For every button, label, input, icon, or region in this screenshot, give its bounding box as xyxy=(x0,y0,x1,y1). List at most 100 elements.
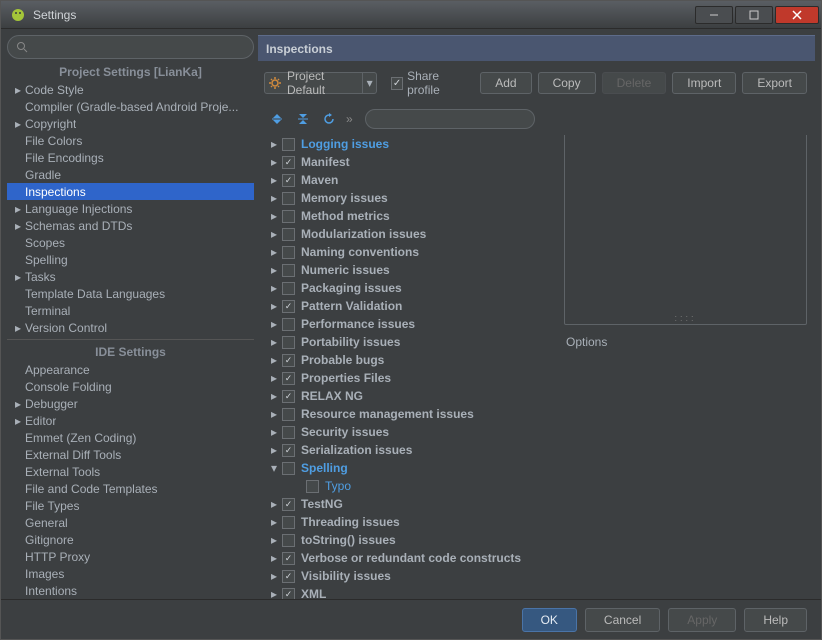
collapse-icon[interactable] xyxy=(294,110,312,128)
inspection-row[interactable]: ▾✓Spelling xyxy=(262,459,556,477)
inspection-row[interactable]: ▸✓Resource management issues xyxy=(262,405,556,423)
checkbox-icon[interactable]: ✓ xyxy=(282,588,295,600)
checkbox-icon[interactable]: ✓ xyxy=(282,372,295,385)
add-button[interactable]: Add xyxy=(480,72,531,94)
checkbox-icon[interactable]: ✓ xyxy=(282,354,295,367)
sidebar-item[interactable]: ▸Debugger xyxy=(7,395,254,412)
inspection-row[interactable]: ▸✓Properties Files xyxy=(262,369,556,387)
sidebar-item[interactable]: ▸External Tools xyxy=(7,463,254,480)
inspection-row[interactable]: ▸✓Probable bugs xyxy=(262,351,556,369)
sidebar-item[interactable]: ▸Template Data Languages xyxy=(7,285,254,302)
import-button[interactable]: Import xyxy=(672,72,736,94)
delete-button[interactable]: Delete xyxy=(602,72,667,94)
checkbox-icon[interactable]: ✓ xyxy=(306,480,319,493)
checkbox-icon[interactable]: ✓ xyxy=(282,174,295,187)
maximize-button[interactable] xyxy=(735,6,773,24)
sidebar-item[interactable]: ▸Gitignore xyxy=(7,531,254,548)
sidebar-item[interactable]: ▸Schemas and DTDs xyxy=(7,217,254,234)
checkbox-icon[interactable]: ✓ xyxy=(282,336,295,349)
expand-icon[interactable] xyxy=(268,110,286,128)
checkbox-icon[interactable]: ✓ xyxy=(282,426,295,439)
sidebar-item[interactable]: ▸Copyright xyxy=(7,115,254,132)
checkbox-icon[interactable]: ✓ xyxy=(282,408,295,421)
checkbox-icon[interactable]: ✓ xyxy=(282,210,295,223)
sidebar-item[interactable]: ▸Tasks xyxy=(7,268,254,285)
inspection-row[interactable]: ▸✓Packaging issues xyxy=(262,279,556,297)
inspection-row[interactable]: ▸✓XML xyxy=(262,585,556,599)
inspection-row[interactable]: ▸✓Memory issues xyxy=(262,189,556,207)
inspections-search-input[interactable] xyxy=(374,112,529,126)
sidebar-item[interactable]: ▸Editor xyxy=(7,412,254,429)
checkbox-icon[interactable]: ✓ xyxy=(282,498,295,511)
inspection-row[interactable]: ▸✓Visibility issues xyxy=(262,567,556,585)
sidebar-item[interactable]: ▸HTTP Proxy xyxy=(7,548,254,565)
inspection-row[interactable]: ▸✓Maven xyxy=(262,171,556,189)
sidebar-item[interactable]: ▸Emmet (Zen Coding) xyxy=(7,429,254,446)
inspection-row[interactable]: ▸✓Pattern Validation xyxy=(262,297,556,315)
checkbox-icon[interactable]: ✓ xyxy=(282,228,295,241)
sidebar-search[interactable] xyxy=(7,35,254,59)
inspection-row[interactable]: ▸✓Verbose or redundant code constructs xyxy=(262,549,556,567)
checkbox-icon[interactable]: ✓ xyxy=(282,390,295,403)
close-button[interactable] xyxy=(775,6,819,24)
sidebar-item[interactable]: ▸File Colors xyxy=(7,132,254,149)
sidebar-item[interactable]: ▸External Diff Tools xyxy=(7,446,254,463)
sidebar-item[interactable]: ▸Appearance xyxy=(7,361,254,378)
checkbox-icon[interactable]: ✓ xyxy=(282,534,295,547)
checkbox-icon[interactable]: ✓ xyxy=(282,462,295,475)
export-button[interactable]: Export xyxy=(742,72,807,94)
sidebar-search-input[interactable] xyxy=(34,40,245,54)
checkbox-icon[interactable]: ✓ xyxy=(282,264,295,277)
reset-icon[interactable] xyxy=(320,110,338,128)
inspection-row[interactable]: ▸✓Modularization issues xyxy=(262,225,556,243)
inspection-row[interactable]: ▸✓RELAX NG xyxy=(262,387,556,405)
sidebar-item[interactable]: ▸Code Style xyxy=(7,81,254,98)
checkbox-icon[interactable]: ✓ xyxy=(282,300,295,313)
sidebar-item[interactable]: ▸File Types xyxy=(7,497,254,514)
inspections-search[interactable] xyxy=(365,109,535,129)
sidebar-tree[interactable]: Project Settings [LianKa] ▸Code Style▸Co… xyxy=(7,63,254,599)
apply-button[interactable]: Apply xyxy=(668,608,736,632)
checkbox-icon[interactable]: ✓ xyxy=(282,246,295,259)
sidebar-item[interactable]: ▸General xyxy=(7,514,254,531)
titlebar[interactable]: Settings xyxy=(1,1,821,29)
inspection-row[interactable]: ▸✓Method metrics xyxy=(262,207,556,225)
description-box[interactable]: :::: xyxy=(564,135,807,325)
inspections-tree[interactable]: ▸✓Logging issues▸✓Manifest▸✓Maven▸✓Memor… xyxy=(258,135,556,599)
sidebar-item[interactable]: ▸Terminal xyxy=(7,302,254,319)
checkbox-icon[interactable]: ✓ xyxy=(282,444,295,457)
checkbox-icon[interactable]: ✓ xyxy=(282,552,295,565)
minimize-button[interactable] xyxy=(695,6,733,24)
help-button[interactable]: Help xyxy=(744,608,807,632)
inspection-row[interactable]: ▸✓Typo xyxy=(262,477,556,495)
sidebar-item[interactable]: ▸File and Code Templates xyxy=(7,480,254,497)
profile-dropdown[interactable]: Project Default ▾ xyxy=(264,72,377,94)
sidebar-item[interactable]: ▸Intentions xyxy=(7,582,254,599)
checkbox-icon[interactable]: ✓ xyxy=(282,516,295,529)
inspection-row[interactable]: ▸✓Performance issues xyxy=(262,315,556,333)
resize-grip-icon[interactable]: :::: xyxy=(674,313,696,323)
inspection-row[interactable]: ▸✓TestNG xyxy=(262,495,556,513)
sidebar-item[interactable]: ▸Images xyxy=(7,565,254,582)
sidebar-item[interactable]: ▸Version Control xyxy=(7,319,254,336)
checkbox-icon[interactable]: ✓ xyxy=(282,570,295,583)
inspection-row[interactable]: ▸✓Logging issues xyxy=(262,135,556,153)
inspection-row[interactable]: ▸✓Serialization issues xyxy=(262,441,556,459)
checkbox-icon[interactable]: ✓ xyxy=(282,318,295,331)
cancel-button[interactable]: Cancel xyxy=(585,608,660,632)
checkbox-icon[interactable]: ✓ xyxy=(282,282,295,295)
sidebar-item[interactable]: ▸Compiler (Gradle-based Android Proje... xyxy=(7,98,254,115)
sidebar-item[interactable]: ▸Gradle xyxy=(7,166,254,183)
ok-button[interactable]: OK xyxy=(522,608,577,632)
copy-button[interactable]: Copy xyxy=(538,72,596,94)
inspection-row[interactable]: ▸✓Threading issues xyxy=(262,513,556,531)
checkbox-icon[interactable]: ✓ xyxy=(282,138,295,151)
checkbox-icon[interactable]: ✓ xyxy=(282,156,295,169)
sidebar-item[interactable]: ▸File Encodings xyxy=(7,149,254,166)
sidebar-item[interactable]: ▸Scopes xyxy=(7,234,254,251)
sidebar-item[interactable]: ▸Inspections xyxy=(7,183,254,200)
sidebar-item[interactable]: ▸Language Injections xyxy=(7,200,254,217)
checkbox-icon[interactable]: ✓ xyxy=(282,192,295,205)
inspection-row[interactable]: ▸✓Portability issues xyxy=(262,333,556,351)
inspection-row[interactable]: ▸✓Naming conventions xyxy=(262,243,556,261)
